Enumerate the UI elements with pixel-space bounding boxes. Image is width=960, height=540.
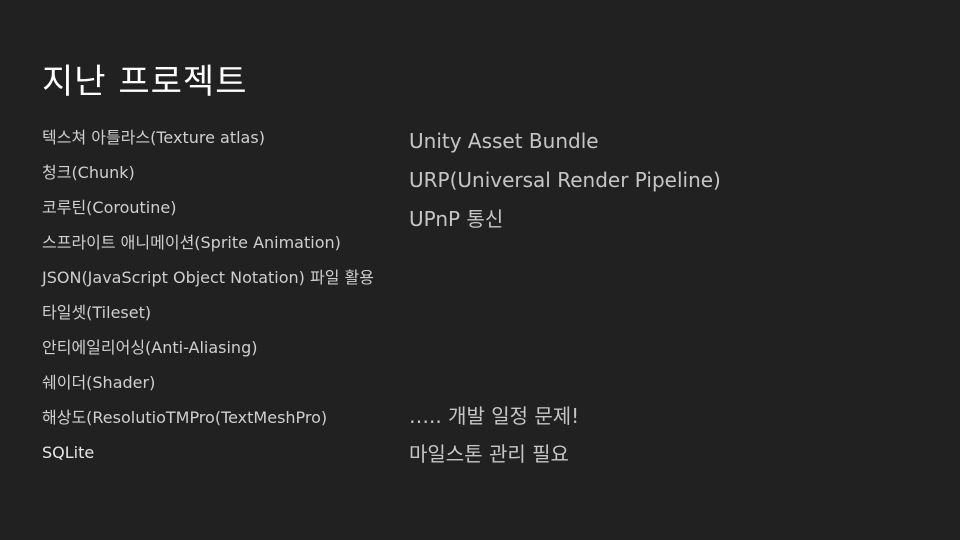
list-item: Unity Asset Bundle — [409, 129, 599, 153]
list-item: 쉐이더(Shader) — [42, 373, 156, 392]
list-item: 청크(Chunk) — [42, 163, 135, 182]
right-topic-list: Unity Asset Bundle URP(Universal Render … — [409, 128, 721, 245]
list-item: UPnP 통신 — [409, 207, 504, 231]
list-item: 안티에일리어싱(Anti-Aliasing) — [42, 338, 258, 357]
list-item: 타일셋(Tileset) — [42, 303, 152, 322]
list-item: SQLite — [42, 443, 95, 462]
list-item: JSON(JavaScript Object Notation) 파일 활용 — [42, 268, 374, 287]
note-item: ….. 개발 일정 문제! — [409, 404, 580, 428]
list-item: 텍스쳐 아틀라스(Texture atlas) — [42, 128, 265, 147]
list-item: URP(Universal Render Pipeline) — [409, 168, 721, 192]
presentation-slide: 지난 프로젝트 텍스쳐 아틀라스(Texture atlas) 청크(Chunk… — [0, 0, 960, 540]
note-item: 마일스톤 관리 필요 — [409, 442, 569, 466]
slide-title: 지난 프로젝트 — [42, 62, 248, 102]
list-item: 해상도(ResolutioTMPro(TextMeshPro) — [42, 408, 328, 427]
notes-list: ….. 개발 일정 문제! 마일스톤 관리 필요 — [409, 403, 579, 479]
left-topic-list: 텍스쳐 아틀라스(Texture atlas) 청크(Chunk) 코루틴(Co… — [42, 127, 374, 477]
list-item: 스프라이트 애니메이션(Sprite Animation) — [42, 233, 341, 252]
list-item: 코루틴(Coroutine) — [42, 198, 177, 217]
